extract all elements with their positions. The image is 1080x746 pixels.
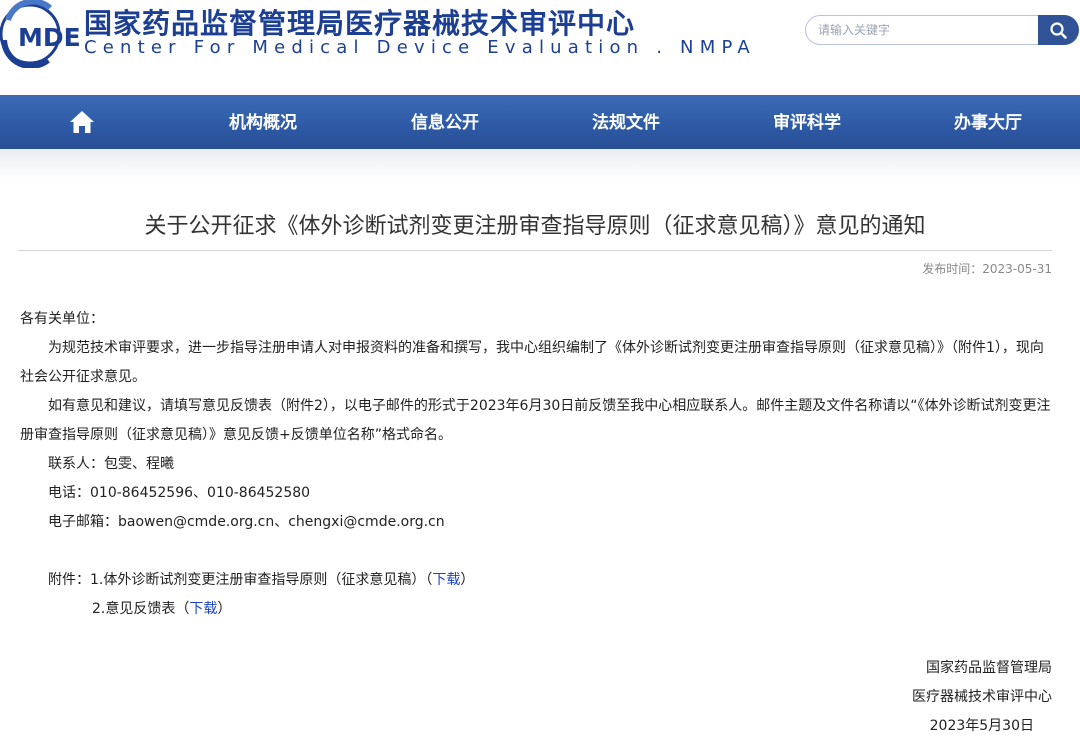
search-button[interactable] (1038, 15, 1079, 45)
logo-text: MDE (18, 23, 80, 52)
article-title: 关于公开征求《体外诊断试剂变更注册审查指导原则（征求意见稿）》意见的通知 (144, 214, 926, 239)
mde-logo[interactable]: MDE (0, 0, 80, 68)
contact-email: 电子邮箱：baowen@cmde.org.cn、chengxi@cmde.org… (48, 514, 445, 530)
site-header: MDE 国家药品监督管理局医疗器械技术审评中心 Center For Medic… (0, 0, 1080, 95)
attachment-1: 附件：1.体外诊断试剂变更注册审查指导原则（征求意见稿）（下载） (48, 567, 474, 593)
paragraph-feedback: 如有意见和建议，请填写意见反馈表（附件2），以电子邮件的形式于2023年6月30… (20, 398, 1051, 443)
paragraph-purpose: 为规范技术审评要求，进一步指导注册申请人对申报资料的准备和撰写，我中心组织编制了… (20, 340, 1044, 385)
nav-item-info[interactable]: 信息公开 (375, 95, 515, 149)
attachment-1-name: 1.体外诊断试剂变更注册审查指导原则（征求意见稿）（ (90, 572, 433, 588)
signature-org-2: 医疗器械技术审评中心 (912, 689, 1052, 705)
publish-date: 发布时间：2023-05-31 (922, 260, 1052, 277)
nav-item-services[interactable]: 办事大厅 (918, 95, 1058, 149)
contact-persons: 联系人：包雯、程曦 (48, 456, 174, 472)
attachment-2-close: ） (217, 601, 232, 617)
search-input[interactable] (805, 15, 1040, 45)
site-name-en: Center For Medical Device Evaluation . N… (84, 37, 756, 58)
attachment-1-download-link[interactable]: 下载 (432, 572, 460, 588)
signature-org-1: 国家药品监督管理局 (926, 660, 1052, 676)
attachment-2: 2.意见反馈表（下载） (92, 596, 231, 622)
salutation: 各有关单位： (20, 311, 104, 327)
nav-item-about[interactable]: 机构概况 (193, 95, 333, 149)
search-icon (1050, 22, 1067, 39)
main-nav: 机构概况 信息公开 法规文件 审评科学 办事大厅 (0, 95, 1080, 149)
attachment-1-close: ） (460, 572, 475, 588)
signature-date: 2023年5月30日 (929, 718, 1034, 734)
publish-date-value: 2023-05-31 (982, 262, 1052, 276)
home-icon[interactable] (68, 109, 96, 135)
title-divider (18, 250, 1052, 251)
site-name-cn: 国家药品监督管理局医疗器械技术审评中心 (84, 7, 636, 40)
nav-item-regulations[interactable]: 法规文件 (556, 95, 696, 149)
publish-date-label: 发布时间： (922, 262, 983, 276)
search-box (805, 15, 1079, 45)
nav-item-science[interactable]: 审评科学 (737, 95, 877, 149)
nav-shadow (0, 149, 1080, 179)
attachment-label: 附件： (48, 572, 90, 588)
contact-phone: 电话：010-86452596、010-86452580 (48, 485, 311, 501)
attachment-2-name: 2.意见反馈表（ (92, 601, 190, 617)
attachment-2-download-link[interactable]: 下载 (189, 601, 217, 617)
